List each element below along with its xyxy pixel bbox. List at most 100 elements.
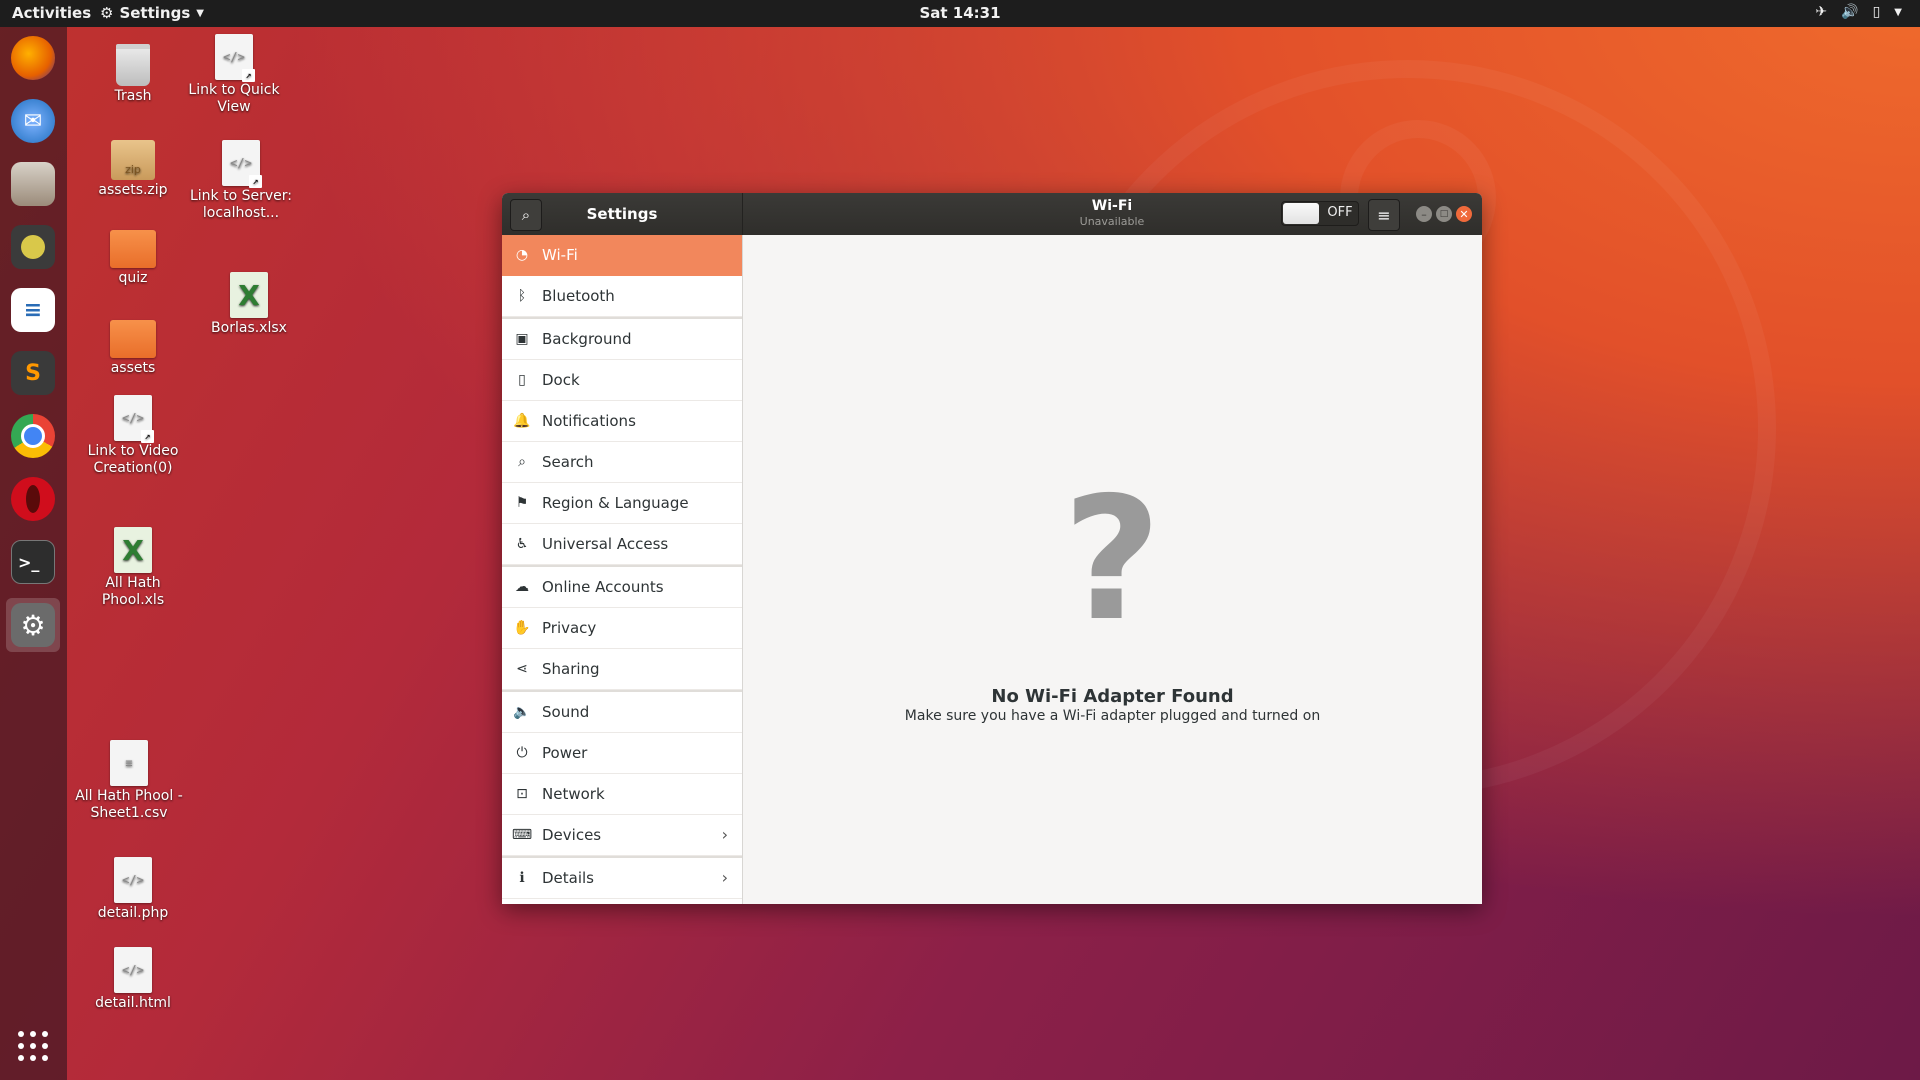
- close-button[interactable]: ✕: [1456, 206, 1472, 222]
- sidebar-item-label: Universal Access: [542, 535, 669, 553]
- dock-item-files[interactable]: [6, 157, 60, 211]
- spreadsheet-icon: X: [114, 527, 152, 573]
- show-applications-button[interactable]: [18, 1031, 50, 1063]
- app-menu[interactable]: ⚙ Settings ▼: [100, 4, 204, 22]
- system-tray[interactable]: ✈ 🔊 ▯ ▼: [1815, 4, 1902, 20]
- desktop-icon-label: Borlas.xlsx: [211, 320, 287, 336]
- activities-button[interactable]: Activities: [12, 4, 91, 22]
- desktop-icon-all-hath-phool-xls[interactable]: X All Hath Phool.xls: [78, 527, 188, 609]
- hamburger-menu-icon: ≡: [1377, 205, 1391, 225]
- dock-item-sublime[interactable]: S: [6, 346, 60, 400]
- airplane-mode-icon[interactable]: ✈: [1815, 4, 1827, 20]
- flag-icon: ⚑: [515, 495, 529, 511]
- sidebar-item-network[interactable]: ⊡ Network: [502, 774, 742, 815]
- folder-icon: [110, 320, 156, 358]
- sublime-text-icon: S: [11, 351, 55, 395]
- sidebar-item-sound[interactable]: 🔈 Sound: [502, 692, 742, 733]
- maximize-button[interactable]: □: [1436, 206, 1452, 222]
- link-arrow-icon: ↗: [141, 430, 154, 443]
- desktop-icon-label: Trash: [114, 88, 152, 104]
- background-icon: ▣: [515, 331, 529, 347]
- sidebar-item-power[interactable]: ⏻ Power: [502, 733, 742, 774]
- desktop-icon-label: assets.zip: [98, 182, 168, 198]
- sidebar-item-sharing[interactable]: ⋖ Sharing: [502, 649, 742, 690]
- sidebar-header: ⌕ Settings: [502, 193, 743, 235]
- gear-icon: ⚙: [100, 4, 114, 22]
- desktop-icon-trash[interactable]: Trash: [78, 44, 188, 105]
- sidebar-item-universal-access[interactable]: ♿ Universal Access: [502, 524, 742, 565]
- spreadsheet-icon: X: [230, 272, 268, 318]
- desktop-icon-detail-html[interactable]: </> detail.html: [78, 947, 188, 1012]
- desktop-icon-link-video-creation[interactable]: </> ↗ Link to Video Creation(0): [78, 395, 188, 477]
- wifi-toggle-switch[interactable]: OFF: [1281, 201, 1359, 226]
- desktop-icon-all-hath-phool-csv[interactable]: ≡ All Hath Phool - Sheet1.csv: [74, 740, 184, 822]
- dock-item-writer[interactable]: ≡: [6, 283, 60, 337]
- sidebar-item-dock[interactable]: ▯ Dock: [502, 360, 742, 401]
- top-bar: Activities ⚙ Settings ▼ Sat 14:31 ✈ 🔊 ▯ …: [0, 0, 1920, 27]
- zip-archive-icon: zip: [111, 140, 155, 180]
- sidebar-item-label: Sound: [542, 703, 590, 721]
- online-accounts-icon: ☁: [515, 579, 529, 595]
- volume-icon[interactable]: 🔊: [1841, 4, 1858, 20]
- dock-item-rhythmbox[interactable]: [6, 220, 60, 274]
- thunderbird-icon: ✉: [11, 99, 55, 143]
- desktop-icon-assets[interactable]: assets: [78, 320, 188, 377]
- terminal-icon: >_: [11, 540, 55, 584]
- sidebar-item-label: Power: [542, 744, 588, 762]
- code-file-icon: </> ↗: [222, 140, 262, 188]
- desktop-icon-assets-zip[interactable]: zip assets.zip: [78, 140, 188, 199]
- sidebar-item-region-language[interactable]: ⚑ Region & Language: [502, 483, 742, 524]
- files-icon: [11, 162, 55, 206]
- dock-item-chrome[interactable]: [6, 409, 60, 463]
- minimize-button[interactable]: –: [1416, 206, 1432, 222]
- desktop-icon-link-server[interactable]: </> ↗ Link to Server: localhost...: [186, 140, 296, 222]
- libreoffice-writer-icon: ≡: [11, 288, 55, 332]
- folder-icon: [110, 230, 156, 268]
- info-icon: ℹ: [519, 870, 525, 886]
- desktop-icon-label: Link to Server: localhost...: [189, 188, 292, 221]
- dock-item-opera[interactable]: [6, 472, 60, 526]
- wifi-panel-content: ? No Wi-Fi Adapter Found Make sure you h…: [743, 235, 1482, 904]
- clock[interactable]: Sat 14:31: [919, 4, 1000, 22]
- network-icon: ⊡: [516, 786, 528, 802]
- sidebar-item-details[interactable]: ℹ Details ›: [502, 858, 742, 899]
- sidebar-item-label: Region & Language: [542, 494, 689, 512]
- desktop-icon-label: Link to Video Creation(0): [87, 443, 179, 476]
- firefox-icon: [11, 36, 55, 80]
- desktop-icon-label: All Hath Phool - Sheet1.csv: [75, 788, 183, 821]
- desktop-icon-quiz[interactable]: quiz: [78, 230, 188, 287]
- chevron-down-icon[interactable]: ▼: [1894, 7, 1902, 18]
- sidebar-item-devices[interactable]: ⌨ Devices ›: [502, 815, 742, 856]
- sidebar-title: Settings: [586, 205, 658, 223]
- menu-button[interactable]: ≡: [1368, 199, 1400, 231]
- sidebar-item-bluetooth[interactable]: ᛒ Bluetooth: [502, 276, 742, 317]
- sidebar-item-notifications[interactable]: 🔔 Notifications: [502, 401, 742, 442]
- sidebar-item-label: Network: [542, 785, 605, 803]
- sidebar-item-label: Dock: [542, 371, 580, 389]
- desktop-icon-borlas-xlsx[interactable]: X Borlas.xlsx: [194, 272, 304, 337]
- sidebar-item-background[interactable]: ▣ Background: [502, 319, 742, 360]
- dock-item-thunderbird[interactable]: ✉: [6, 94, 60, 148]
- dock-item-firefox[interactable]: [6, 31, 60, 85]
- sidebar-item-search[interactable]: ⌕ Search: [502, 442, 742, 483]
- desktop-icon-label: detail.php: [97, 905, 169, 921]
- link-arrow-icon: ↗: [242, 69, 255, 82]
- hand-icon: ✋: [513, 620, 531, 636]
- minimize-icon: –: [1421, 207, 1427, 221]
- sidebar-item-online-accounts[interactable]: ☁ Online Accounts: [502, 567, 742, 608]
- rhythmbox-icon: [11, 225, 55, 269]
- dock-item-terminal[interactable]: >_: [6, 535, 60, 589]
- code-file-icon: </>: [114, 947, 152, 993]
- desktop-icon-detail-php[interactable]: </> detail.php: [78, 857, 188, 922]
- battery-icon[interactable]: ▯: [1873, 4, 1881, 20]
- wifi-icon: ◔: [515, 247, 529, 263]
- sidebar-item-wifi[interactable]: ◔ Wi-Fi: [502, 235, 742, 276]
- switch-knob: [1283, 203, 1319, 224]
- sidebar-item-label: Wi-Fi: [542, 246, 578, 264]
- search-icon: ⌕: [518, 454, 526, 470]
- dock-item-settings[interactable]: ⚙: [6, 598, 60, 652]
- dock: ✉ ≡ S >_ ⚙: [0, 27, 67, 1080]
- desktop-icon-link-quick-view[interactable]: </> ↗ Link to Quick View: [179, 34, 289, 116]
- sidebar-item-label: Devices: [542, 826, 602, 844]
- sidebar-item-privacy[interactable]: ✋ Privacy: [502, 608, 742, 649]
